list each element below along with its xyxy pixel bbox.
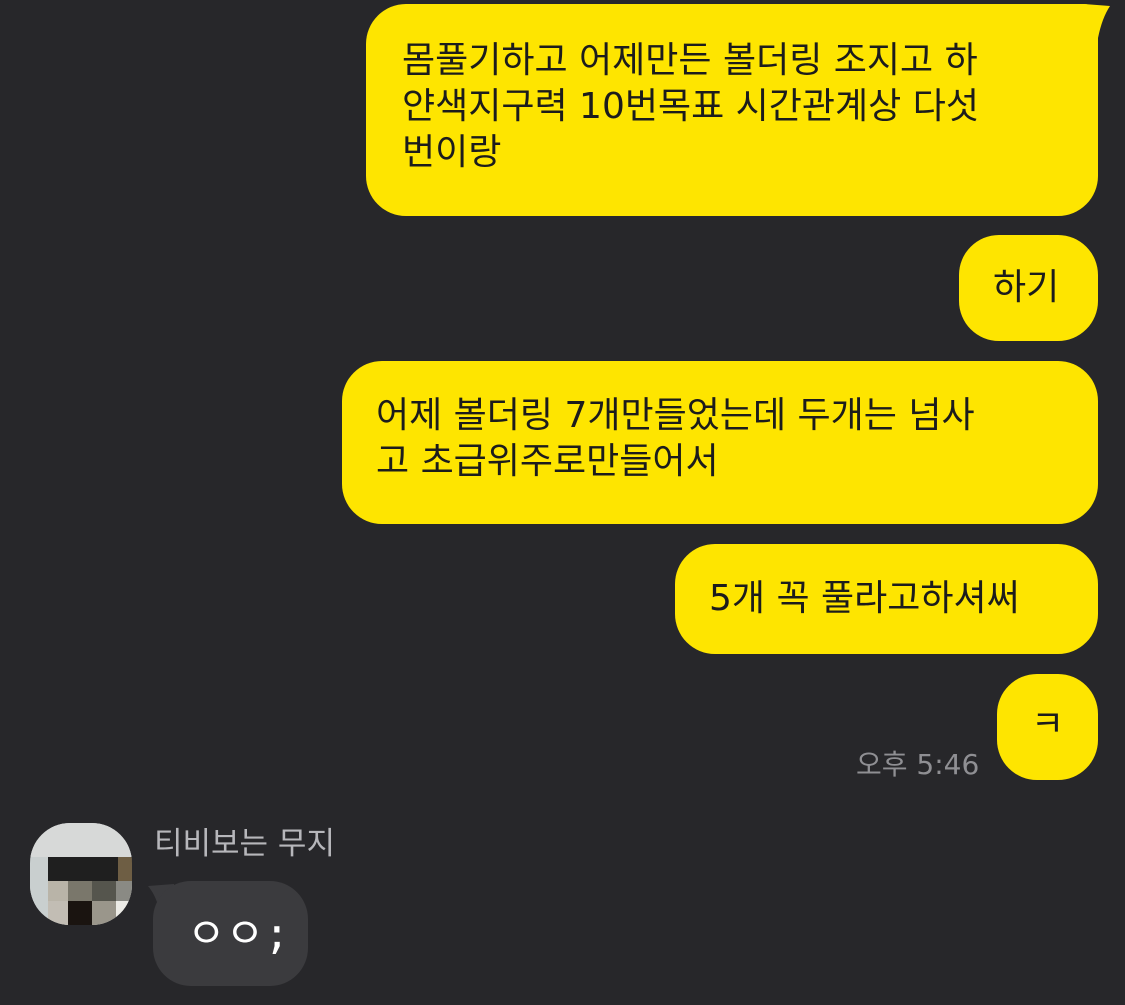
message-line: 몸풀기하고 어제만든 볼더링 조지고 하 xyxy=(402,40,978,81)
outgoing-message[interactable]: 몸풀기하고 어제만든 볼더링 조지고 하 얀색지구력 10번목표 시간관계상 다… xyxy=(366,4,1098,216)
avatar[interactable] xyxy=(30,823,132,925)
sender-name: 티비보는 무지 xyxy=(154,826,335,862)
outgoing-message[interactable]: 어제 볼더링 7개만들었는데 두개는 넘사 고 초급위주로만들어서 xyxy=(342,361,1098,524)
incoming-message[interactable]: ㅇㅇ; xyxy=(153,881,308,986)
message-line: 어제 볼더링 7개만들었는데 두개는 넘사 xyxy=(376,395,975,436)
message-line: 고 초급위주로만들어서 xyxy=(376,441,719,482)
message-text: ㅇㅇ; xyxy=(187,909,290,958)
outgoing-message[interactable]: ㅋ xyxy=(997,674,1098,780)
outgoing-message[interactable]: 하기 xyxy=(959,235,1098,341)
outgoing-message[interactable]: 5개 꼭 풀라고하셔써 xyxy=(675,544,1098,654)
message-line: ㅋ xyxy=(1031,704,1065,745)
bubble-tail xyxy=(1084,4,1110,38)
message-timestamp: 오후 5:46 xyxy=(856,748,980,781)
message-line: 5개 꼭 풀라고하셔써 xyxy=(709,578,1020,619)
message-line: 하기 xyxy=(993,267,1060,308)
chat-room: 몸풀기하고 어제만든 볼더링 조지고 하 얀색지구력 10번목표 시간관계상 다… xyxy=(0,0,1125,1005)
message-line: 번이랑 xyxy=(402,132,502,173)
message-line: 얀색지구력 10번목표 시간관계상 다섯 xyxy=(402,86,979,127)
